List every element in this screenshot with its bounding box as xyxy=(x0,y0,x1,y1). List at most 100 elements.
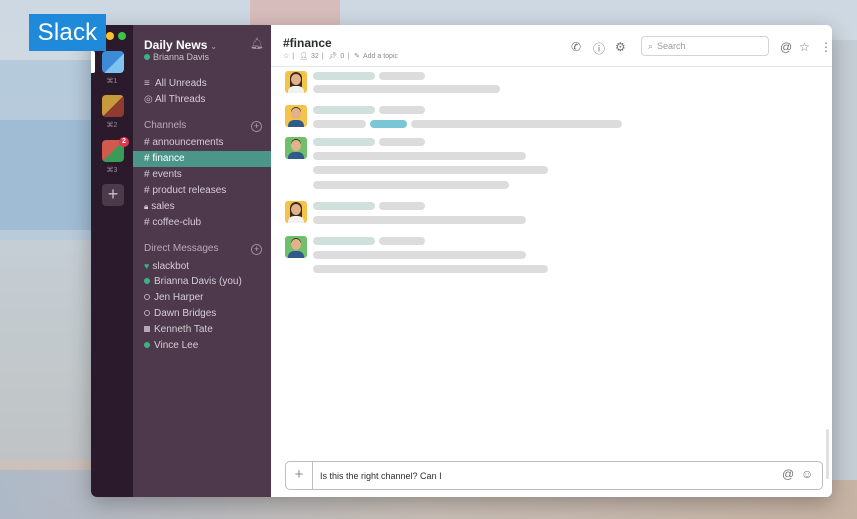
pin-icon[interactable]: 📌︎ xyxy=(329,53,338,60)
star-icon[interactable]: ☆ xyxy=(799,40,810,54)
team-shortcut: ⌘1 xyxy=(106,78,118,85)
message-scrollbar[interactable] xyxy=(826,429,829,479)
dm-item-jen-harper[interactable]: Jen Harper xyxy=(144,290,203,306)
sidebar-item-label: announcements xyxy=(152,137,224,148)
dm-item-label: Kenneth Tate xyxy=(154,324,213,335)
bell-icon[interactable]: 🔔︎ xyxy=(250,37,264,50)
channel-title: #finance xyxy=(283,36,332,50)
sidebar-item-finance[interactable]: # finance xyxy=(133,151,271,167)
minimize-button[interactable] xyxy=(106,32,114,40)
add-topic-link[interactable]: Add a topic xyxy=(363,53,398,60)
mention-icon[interactable]: @ xyxy=(782,467,794,481)
group-dm-icon xyxy=(144,326,150,332)
slack-window: ⌘1 ⌘2 2 ⌘3 + Daily News ⌄ Brianna Davis 🔔… xyxy=(91,25,832,497)
message-author-placeholder xyxy=(313,237,375,245)
dm-item-label: Jen Harper xyxy=(154,292,204,303)
dm-header-label: Direct Messages xyxy=(144,243,219,254)
message-time-placeholder xyxy=(379,237,425,245)
search-icon: ⌕ xyxy=(648,41,654,51)
current-user: Brianna Davis xyxy=(144,52,209,62)
unreads-icon: ≡ xyxy=(144,78,150,89)
dm-item-label: slackbot xyxy=(152,261,190,272)
team-icon-2[interactable] xyxy=(102,95,124,117)
dm-item-dawn-bridges[interactable]: Dawn Bridges xyxy=(144,306,216,322)
active-team-indicator xyxy=(91,51,95,73)
team-name-label: Daily News xyxy=(144,38,208,52)
channel-sidebar: Daily News ⌄ Brianna Davis 🔔︎ ≡ All Unread… xyxy=(133,25,271,497)
channels-header[interactable]: Channels xyxy=(144,118,186,134)
threads-icon: ◎ xyxy=(144,94,153,105)
sidebar-item-product-releases[interactable]: # product releases xyxy=(144,183,226,199)
member-count[interactable]: 32 xyxy=(311,53,319,60)
avatar[interactable] xyxy=(285,71,307,93)
avatar[interactable] xyxy=(285,105,307,127)
sidebar-item-events[interactable]: # events xyxy=(144,167,182,183)
avatar[interactable] xyxy=(285,137,307,159)
current-user-label: Brianna Davis xyxy=(153,52,210,62)
channel-meta: ☆ | 👤︎ 32 | 📌︎ 0 | ✎ Add a topic xyxy=(283,53,399,60)
presence-away-icon xyxy=(144,310,150,316)
plus-icon: + xyxy=(107,184,119,204)
message-text-placeholder xyxy=(313,120,366,128)
add-channel-plus-icon[interactable]: + xyxy=(251,121,262,132)
channel-view: #finance ☆ | 👤︎ 32 | 📌︎ 0 | ✎ Add a topic ✆ ⓘ … xyxy=(271,25,832,497)
message-time-placeholder xyxy=(379,202,425,210)
message-text-placeholder xyxy=(411,120,622,128)
maximize-button[interactable] xyxy=(118,32,126,40)
message-author-placeholder xyxy=(313,72,375,80)
info-icon[interactable]: ⓘ xyxy=(593,40,605,57)
avatar[interactable] xyxy=(285,236,307,258)
search-input[interactable]: ⌕ Search xyxy=(641,36,769,56)
sidebar-item-all-threads[interactable]: ◎ All Threads xyxy=(144,92,205,108)
message-link-placeholder[interactable] xyxy=(370,120,407,128)
mentions-icon[interactable]: @ xyxy=(780,40,792,54)
message-author-placeholder xyxy=(313,202,375,210)
sidebar-item-coffee-club[interactable]: # coffee-club xyxy=(144,215,201,231)
sidebar-item-label: product releases xyxy=(152,185,227,196)
dm-item-kenneth-tate[interactable]: Kenneth Tate xyxy=(144,322,213,338)
sidebar-item-announcements[interactable]: # announcements xyxy=(144,135,224,151)
channel-header: #finance ☆ | 👤︎ 32 | 📌︎ 0 | ✎ Add a topic ✆ ⓘ … xyxy=(271,25,832,67)
sidebar-item-label: events xyxy=(152,169,182,180)
message-composer: + @ ☺ xyxy=(285,461,823,490)
window-controls xyxy=(106,32,126,40)
members-icon[interactable]: 👤︎ xyxy=(299,53,308,60)
message-text-placeholder xyxy=(313,152,526,160)
add-team-button[interactable]: + xyxy=(102,184,124,206)
message-input[interactable] xyxy=(320,467,760,484)
team-name[interactable]: Daily News ⌄ xyxy=(144,38,217,52)
message-time-placeholder xyxy=(379,72,425,80)
add-dm-plus-icon[interactable]: + xyxy=(251,244,262,255)
sidebar-item-label: coffee-club xyxy=(152,217,202,228)
message-author-placeholder xyxy=(313,106,375,114)
direct-messages-header[interactable]: Direct Messages xyxy=(144,241,218,257)
team-switcher: ⌘1 ⌘2 2 ⌘3 + xyxy=(91,25,133,497)
dm-item-label: Brianna Davis (you) xyxy=(154,276,242,287)
slack-badge: Slack xyxy=(29,14,106,51)
dm-item-label: Vince Lee xyxy=(154,340,199,351)
channels-header-label: Channels xyxy=(144,120,187,131)
message-text-placeholder xyxy=(313,251,526,259)
dm-item-brianna-davis[interactable]: Brianna Davis (you) xyxy=(144,274,242,290)
sidebar-item-label: finance xyxy=(152,153,185,164)
sidebar-item-all-unreads[interactable]: ≡ All Unreads xyxy=(144,76,207,92)
more-options-icon[interactable]: ⋮ xyxy=(820,40,832,54)
avatar[interactable] xyxy=(285,201,307,223)
chevron-down-icon: ⌄ xyxy=(210,42,218,51)
dm-item-vince-lee[interactable]: Vince Lee xyxy=(144,338,198,354)
presence-online-icon xyxy=(144,54,150,60)
sidebar-item-sales[interactable]: 🔒︎ sales xyxy=(144,199,175,215)
pin-count[interactable]: 0 xyxy=(340,53,344,60)
attach-plus-button[interactable]: + xyxy=(286,462,313,489)
team-icon-daily-news[interactable] xyxy=(102,51,124,73)
star-icon[interactable]: ☆ xyxy=(283,53,289,60)
notification-badge: 2 xyxy=(119,137,129,147)
presence-online-icon xyxy=(144,342,150,348)
phone-icon[interactable]: ✆ xyxy=(571,40,581,54)
emoji-icon[interactable]: ☺ xyxy=(801,467,813,481)
presence-away-icon xyxy=(144,294,150,300)
sidebar-item-label: All Threads xyxy=(155,94,206,105)
dm-item-slackbot[interactable]: ♥ slackbot xyxy=(144,258,189,274)
message-text-placeholder xyxy=(313,265,548,273)
gear-icon[interactable]: ⚙ xyxy=(615,40,626,54)
